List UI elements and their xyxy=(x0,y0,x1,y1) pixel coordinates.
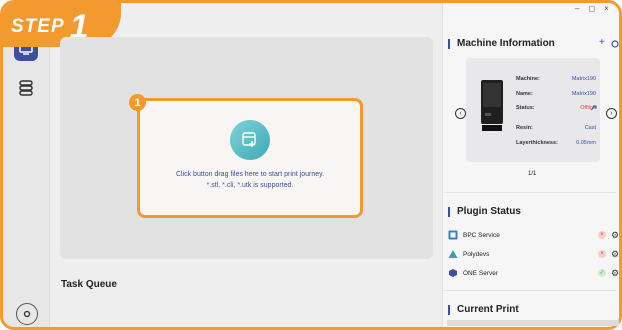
bpc-service-icon xyxy=(448,230,458,240)
plugin-label: Polydevs xyxy=(463,251,490,258)
add-machine-button[interactable]: + xyxy=(599,37,605,48)
sidebar-settings-button[interactable] xyxy=(16,303,38,325)
gear-icon[interactable]: ⚙ xyxy=(611,249,619,260)
divider xyxy=(444,290,616,291)
step-word: STEP xyxy=(11,16,65,37)
info-key: Name: xyxy=(516,91,533,97)
machine-info-title: Machine Information xyxy=(448,39,555,49)
current-print-area xyxy=(447,320,619,326)
link-icon[interactable] xyxy=(590,105,597,112)
close-button[interactable]: × xyxy=(604,4,618,13)
info-value: Matrix190 xyxy=(571,76,596,82)
gear-icon[interactable]: ⚙ xyxy=(611,268,619,279)
one-server-icon xyxy=(449,269,457,277)
step-marker: 1 xyxy=(129,94,146,111)
info-key: Resin: xyxy=(516,125,533,131)
info-key: Layerthickness: xyxy=(516,140,558,146)
info-key: Machine: xyxy=(516,76,540,82)
supported-formats: *.stl, *.cli, *.utk is supported. xyxy=(206,182,294,189)
plugin-label: ONE Server xyxy=(463,270,499,277)
plugin-row-polydevs: Polydevs × ⚙ xyxy=(448,249,620,261)
info-key: Status: xyxy=(516,105,535,111)
add-file-button[interactable] xyxy=(230,120,270,160)
error-status-icon: × xyxy=(598,250,606,258)
prev-machine-button[interactable]: ‹ xyxy=(455,108,466,119)
drop-instructions: Click button drag files here to start pr… xyxy=(175,171,325,178)
sidebar xyxy=(3,3,50,327)
machine-card[interactable]: Machine: Matrix190 Name: Matrix190 Statu… xyxy=(466,58,600,162)
settings-icon xyxy=(23,310,31,318)
divider xyxy=(444,192,616,193)
plugin-row-one-server: ONE Server ✓ ⚙ xyxy=(448,268,620,280)
drop-card[interactable]: Click button drag files here to start pr… xyxy=(137,98,363,218)
maximize-button[interactable]: ◻ xyxy=(588,4,604,13)
machine-pager: 1/1 xyxy=(528,171,537,177)
error-status-icon: × xyxy=(598,231,606,239)
plugin-row-bpc: BPC Service × ⚙ xyxy=(448,230,620,242)
polydevs-icon xyxy=(448,250,458,258)
current-print-title: Current Print xyxy=(448,305,519,315)
info-value: Matrix190 xyxy=(571,91,596,97)
window-controls: –◻× xyxy=(575,4,618,13)
printer-image xyxy=(481,80,503,131)
refresh-icon[interactable] xyxy=(611,40,619,48)
plugin-label: BPC Service xyxy=(463,232,500,239)
plugin-status-title: Plugin Status xyxy=(448,207,521,217)
task-queue-title: Task Queue xyxy=(61,279,117,290)
info-value: 0.05mm xyxy=(576,140,596,146)
minimize-button[interactable]: – xyxy=(575,4,588,13)
next-machine-button[interactable]: › xyxy=(606,108,617,119)
sidebar-queue-button[interactable] xyxy=(14,76,38,100)
info-value: Cast xyxy=(584,125,596,131)
gear-icon[interactable]: ⚙ xyxy=(611,230,619,241)
app-window: STEP 1 Click button drag files here to s… xyxy=(0,0,622,330)
stack-icon xyxy=(19,80,33,96)
ok-status-icon: ✓ xyxy=(598,269,606,277)
add-file-icon xyxy=(242,132,256,147)
